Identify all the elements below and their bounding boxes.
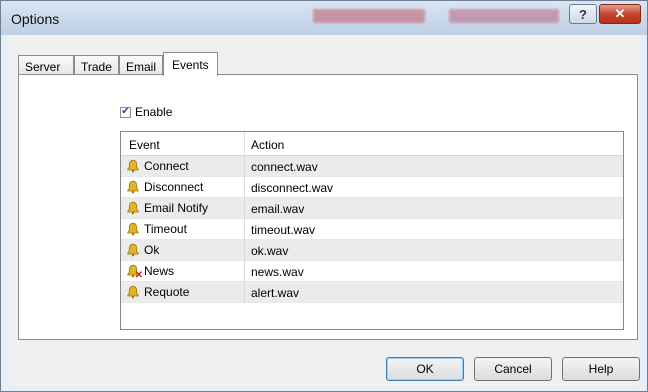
event-name: Requote bbox=[144, 285, 190, 299]
table-row[interactable]: Requote alert.wav bbox=[121, 282, 623, 303]
event-name: Ok bbox=[144, 243, 160, 257]
table-row[interactable]: Timeout timeout.wav bbox=[121, 219, 623, 240]
tab-events[interactable]: Events bbox=[163, 52, 218, 76]
action-file: alert.wav bbox=[251, 286, 300, 300]
action-file: ok.wav bbox=[251, 244, 289, 258]
action-file: news.wav bbox=[251, 265, 304, 279]
bell-icon bbox=[126, 159, 140, 173]
table-row[interactable]: Connect connect.wav bbox=[121, 156, 623, 177]
table-row[interactable]: Disconnect disconnect.wav bbox=[121, 177, 623, 198]
bell-icon bbox=[126, 201, 140, 215]
bell-icon bbox=[126, 180, 140, 194]
tab-server[interactable]: Server bbox=[18, 55, 74, 75]
event-cell: ✕ News bbox=[126, 264, 175, 281]
event-cell: Timeout bbox=[126, 222, 187, 236]
bell-disabled-icon: ✕ bbox=[126, 264, 143, 281]
event-name: Connect bbox=[144, 159, 189, 173]
column-separator[interactable] bbox=[244, 132, 245, 156]
blurred-taskbar-item bbox=[313, 9, 425, 23]
bell-icon bbox=[126, 243, 140, 257]
column-separator bbox=[244, 240, 245, 261]
bell-icon bbox=[126, 222, 140, 236]
window-title: Options bbox=[11, 11, 60, 27]
cancel-button[interactable]: Cancel bbox=[474, 357, 552, 381]
enable-checkbox-row[interactable]: ✔ Enable bbox=[120, 105, 172, 119]
disabled-x-icon: ✕ bbox=[134, 270, 143, 281]
table-row[interactable]: ✕ News news.wav bbox=[121, 261, 623, 282]
action-file: connect.wav bbox=[251, 160, 318, 174]
event-cell: Ok bbox=[126, 243, 159, 257]
table-header: Event Action bbox=[121, 132, 623, 156]
column-separator bbox=[244, 156, 245, 177]
events-table[interactable]: Event Action Connect connect.wav Disconnec… bbox=[120, 131, 624, 330]
help-button[interactable]: Help bbox=[562, 357, 640, 381]
column-separator bbox=[244, 177, 245, 198]
enable-checkbox[interactable]: ✔ bbox=[120, 106, 131, 118]
event-name: Disconnect bbox=[144, 180, 204, 194]
action-file: timeout.wav bbox=[251, 223, 316, 237]
event-name: Email Notify bbox=[144, 201, 209, 215]
title-bar[interactable]: Options ? ✕ bbox=[1, 1, 647, 35]
column-separator bbox=[244, 261, 245, 282]
column-header-action[interactable]: Action bbox=[251, 138, 284, 152]
action-file: disconnect.wav bbox=[251, 181, 334, 195]
ok-button[interactable]: OK bbox=[386, 357, 464, 381]
table-row[interactable]: Ok ok.wav bbox=[121, 240, 623, 261]
event-cell: Requote bbox=[126, 285, 189, 299]
close-icon[interactable]: ✕ bbox=[599, 4, 641, 24]
action-file: email.wav bbox=[251, 202, 305, 216]
event-cell: Disconnect bbox=[126, 180, 203, 194]
event-name: Timeout bbox=[144, 222, 187, 236]
bell-icon bbox=[126, 285, 140, 299]
help-icon[interactable]: ? bbox=[569, 4, 597, 24]
event-cell: Connect bbox=[126, 159, 189, 173]
column-separator bbox=[244, 219, 245, 240]
tab-email[interactable]: Email bbox=[119, 55, 163, 75]
column-header-event[interactable]: Event bbox=[129, 138, 160, 152]
table-row[interactable]: Email Notify email.wav bbox=[121, 198, 623, 219]
column-separator bbox=[244, 198, 245, 219]
enable-label: Enable bbox=[135, 105, 173, 119]
event-name: News bbox=[144, 264, 175, 278]
blurred-taskbar-item bbox=[449, 9, 559, 23]
event-cell: Email Notify bbox=[126, 201, 208, 215]
column-separator bbox=[244, 282, 245, 303]
tab-trade[interactable]: Trade bbox=[74, 55, 119, 75]
